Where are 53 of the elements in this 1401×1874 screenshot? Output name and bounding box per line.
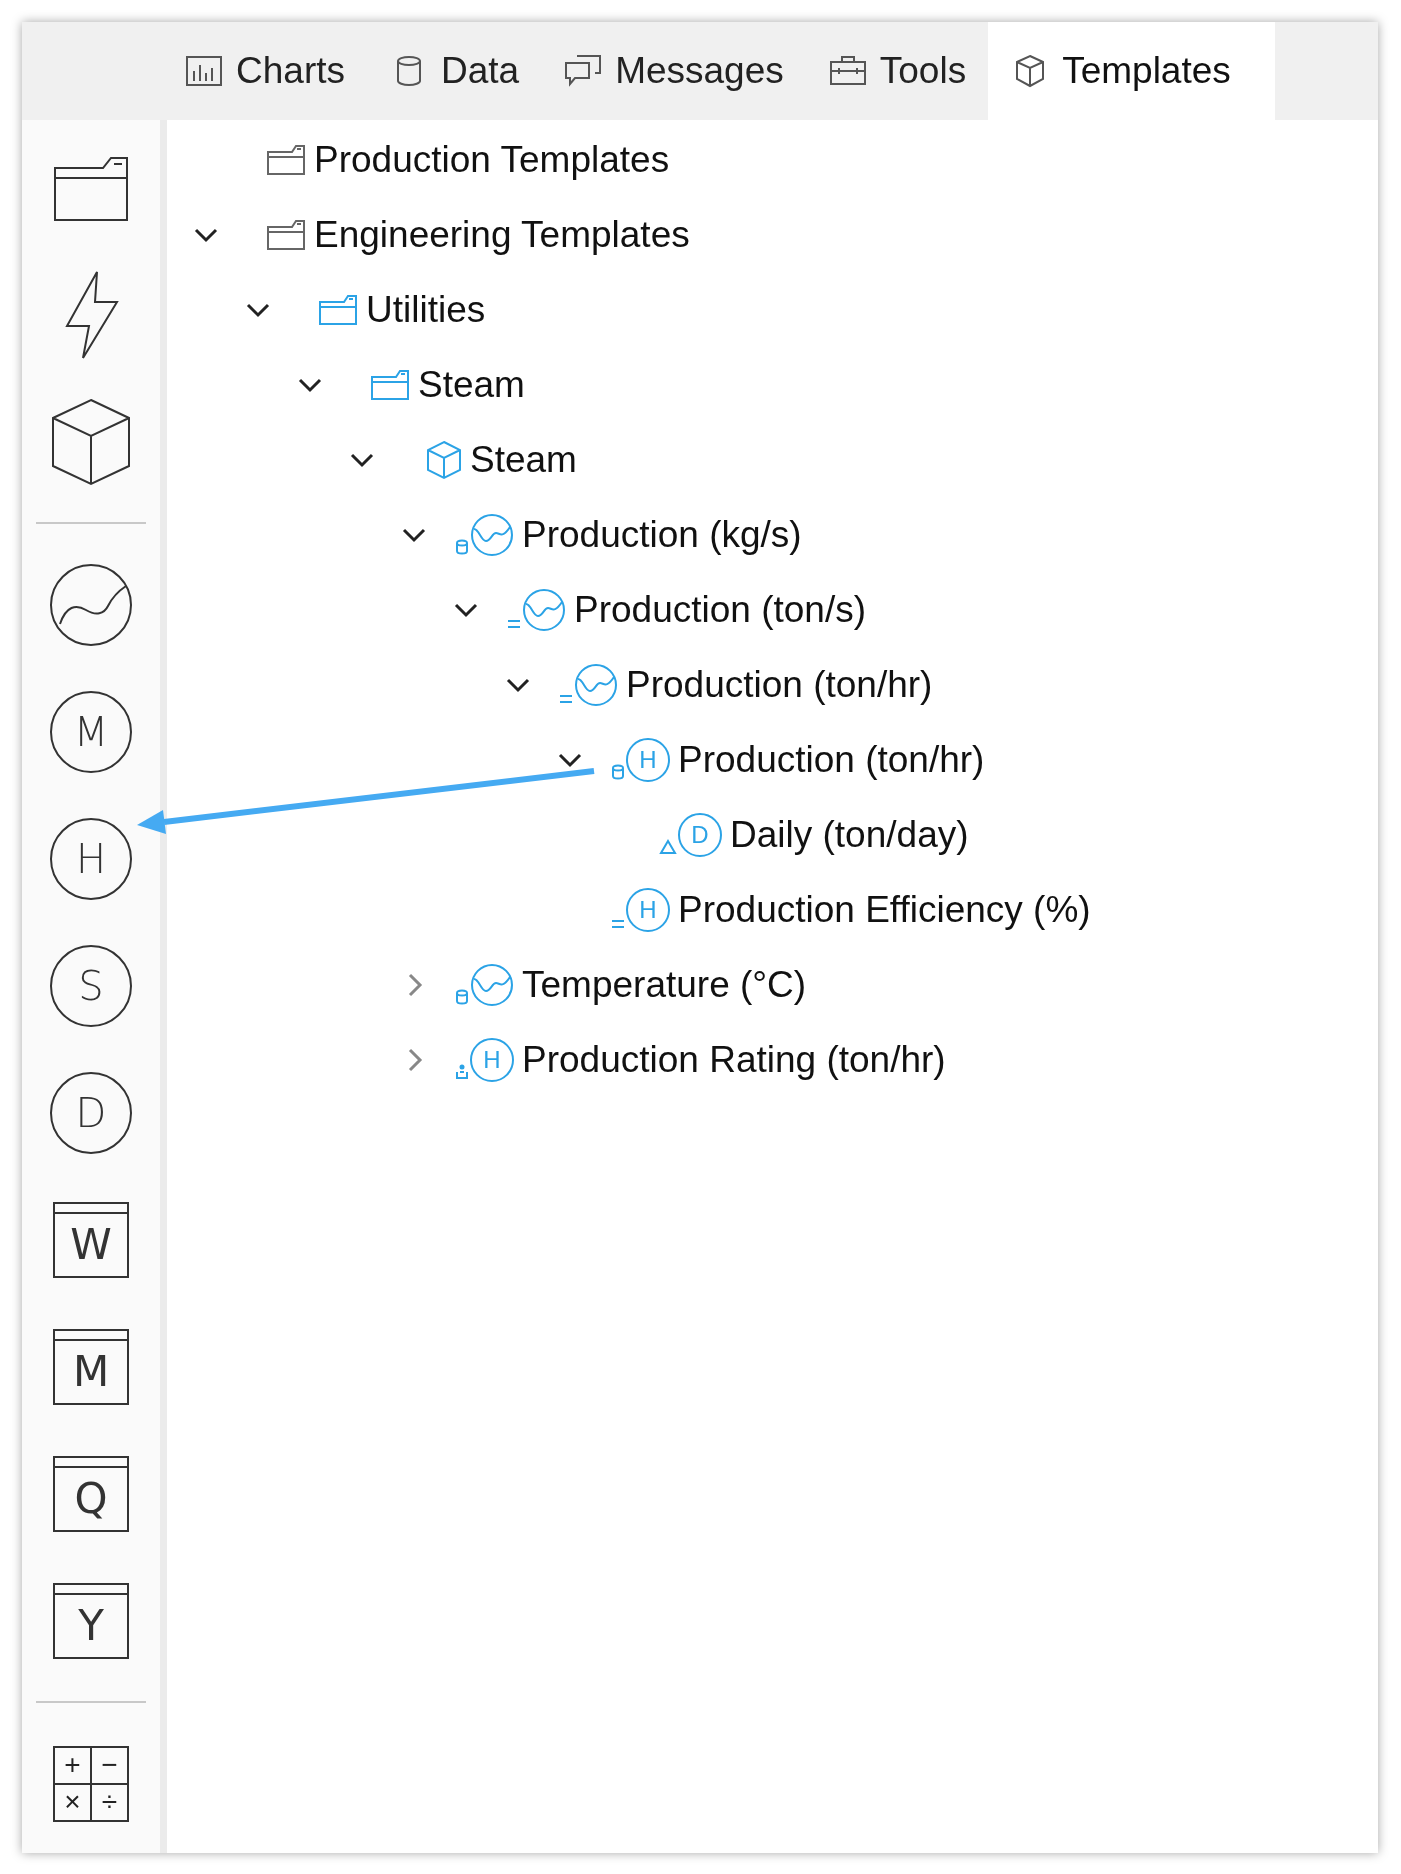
- folder-icon: [266, 143, 306, 176]
- trend-button[interactable]: [48, 561, 134, 648]
- triangle-icon: [659, 838, 677, 855]
- letter-circle-icon: D: [678, 812, 722, 857]
- cube-icon: [49, 396, 133, 487]
- folder-icon: [370, 368, 410, 401]
- tab[interactable]: Charts: [162, 22, 367, 120]
- letter-box-button[interactable]: Y: [53, 1582, 129, 1659]
- folder-icon: [266, 218, 306, 251]
- letter-circle-button[interactable]: D: [50, 1071, 132, 1154]
- letter-box-button[interactable]: M: [53, 1328, 129, 1405]
- calculator-button[interactable]: + − × ÷: [53, 1745, 129, 1822]
- tree-item-label[interactable]: Steam: [470, 438, 577, 481]
- folder-icon: [318, 293, 358, 326]
- letter-circle-icon: H: [626, 737, 670, 782]
- tree-item-label[interactable]: Production Efficiency (%): [678, 888, 1091, 931]
- database-icon: [611, 763, 625, 780]
- trend-circle-icon: [470, 512, 514, 557]
- trend-circle-icon: [470, 962, 514, 1007]
- trend-circle-icon: [574, 662, 618, 707]
- trend-circle-icon: [48, 561, 134, 648]
- speech-bubbles-icon: [563, 53, 604, 89]
- letter-circle-button[interactable]: H: [50, 817, 132, 900]
- letter-circle-button[interactable]: S: [50, 944, 132, 1027]
- tree-item-label[interactable]: Engineering Templates: [314, 213, 690, 256]
- letter-circle-button[interactable]: M: [50, 690, 132, 773]
- tree-item-label[interactable]: Daily (ton/day): [730, 813, 969, 856]
- trend-circle-icon: [522, 587, 566, 632]
- tree-item-label[interactable]: Temperature (°C): [522, 963, 807, 1006]
- tree-item-label[interactable]: Production (ton/s): [574, 588, 867, 631]
- bar-chart-icon: [184, 53, 224, 89]
- tree-item-label[interactable]: Production Rating (ton/hr): [522, 1038, 946, 1081]
- equals-icon: [611, 917, 625, 930]
- equals-icon: [507, 617, 521, 630]
- tree-item-label[interactable]: Production (kg/s): [522, 513, 802, 556]
- cube-button[interactable]: [49, 396, 133, 487]
- tree-item-label[interactable]: Production (ton/hr): [678, 738, 985, 781]
- tree-item-label[interactable]: Production Templates: [314, 138, 670, 181]
- tree-item-label[interactable]: Steam: [418, 363, 525, 406]
- tab[interactable]: Data: [367, 22, 542, 120]
- tab[interactable]: Messages: [541, 22, 806, 120]
- tree-item-label[interactable]: Production (ton/hr): [626, 663, 933, 706]
- tab[interactable]: Tools: [805, 22, 989, 120]
- tab[interactable]: Templates: [988, 22, 1275, 120]
- letter-box-button[interactable]: Q: [53, 1455, 129, 1532]
- database-icon: [455, 988, 469, 1005]
- database-icon: [455, 538, 469, 555]
- equals-icon: [559, 692, 573, 705]
- tree-item-label[interactable]: Utilities: [366, 288, 486, 331]
- letter-box-button[interactable]: W: [53, 1201, 129, 1278]
- letter-circle-icon: H: [626, 887, 670, 932]
- cube-icon: [426, 439, 462, 480]
- letter-circle-icon: H: [470, 1037, 514, 1082]
